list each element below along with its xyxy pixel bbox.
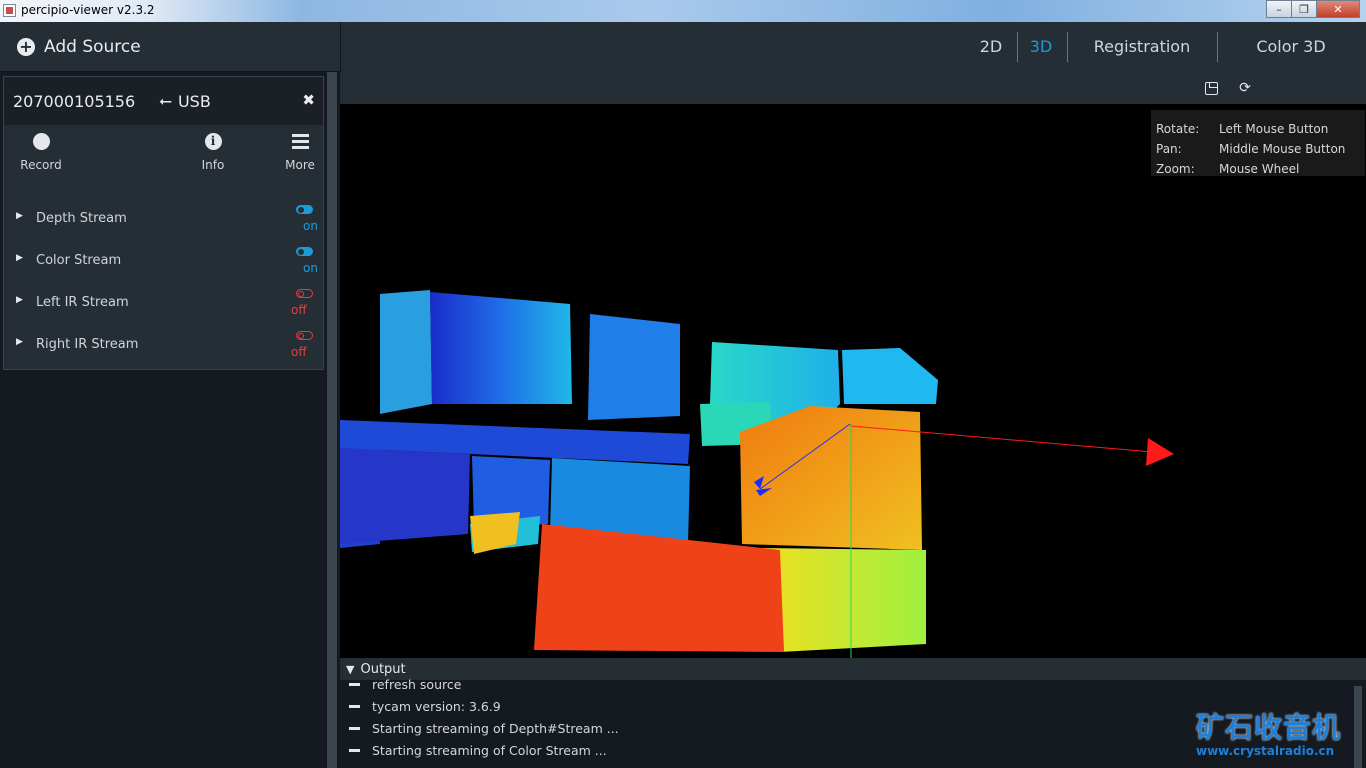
stream-color[interactable]: ▶ Color Stream on: [4, 239, 323, 281]
viewer-toolbar: ⟳: [340, 72, 1366, 104]
tab-color-3d[interactable]: Color 3D: [1243, 22, 1339, 72]
window-titlebar: percipio-viewer v2.3.2 – ❐ ✕: [0, 0, 1366, 22]
toggle-state: off: [291, 345, 307, 359]
log-text: refresh source: [372, 677, 462, 692]
device-card: 207000105156 ⭠ USB ✖ Record i Info More …: [3, 76, 324, 370]
point-cloud-region: [760, 548, 926, 652]
more-button[interactable]: More: [282, 133, 318, 172]
plus-circle-icon: +: [17, 37, 35, 56]
help-row: Zoom: Mouse Wheel: [1156, 162, 1299, 176]
watermark-url: www.crystalradio.cn: [1196, 744, 1335, 758]
toggle-switch[interactable]: [296, 331, 313, 340]
help-row: Rotate: Left Mouse Button: [1156, 122, 1328, 136]
window-title: percipio-viewer v2.3.2: [21, 3, 155, 17]
tab-divider: [1067, 32, 1068, 62]
controls-help: Rotate: Left Mouse Button Pan: Middle Mous…: [1151, 110, 1365, 176]
close-device-icon[interactable]: ✖: [302, 91, 315, 109]
stream-name: Depth Stream: [36, 211, 127, 226]
info-label: Info: [201, 158, 225, 172]
x-axis-arrow: [1146, 438, 1174, 466]
usb-icon: ⭠: [159, 91, 172, 110]
expand-caret-icon[interactable]: ▶: [16, 253, 23, 263]
more-label: More: [285, 158, 315, 172]
device-header: 207000105156 ⭠ USB ✖: [4, 77, 323, 125]
add-source-label: Add Source: [44, 36, 141, 57]
record-icon: [32, 133, 50, 150]
dash-icon: [349, 705, 360, 708]
log-text: Starting streaming of Color Stream ...: [372, 743, 607, 758]
watermark: 矿石收音机 www.crystalradio.cn: [1196, 706, 1364, 766]
dash-icon: [349, 727, 360, 730]
window-controls: – ❐ ✕: [1266, 0, 1360, 18]
info-icon: i: [204, 133, 222, 150]
toggle-switch[interactable]: [296, 205, 313, 214]
toggle-switch[interactable]: [296, 289, 313, 298]
point-cloud-region: [340, 448, 470, 544]
toggle-state: on: [303, 219, 318, 233]
point-cloud-region: [740, 406, 922, 550]
tab-3d[interactable]: 3D: [1023, 22, 1059, 72]
help-key: Pan:: [1156, 142, 1182, 156]
stream-name: Color Stream: [36, 253, 122, 268]
minimize-button[interactable]: –: [1266, 0, 1292, 18]
stream-left-ir[interactable]: ▶ Left IR Stream off: [4, 281, 323, 323]
log-text: Starting streaming of Depth#Stream ...: [372, 721, 619, 736]
help-row: Pan: Middle Mouse Button: [1156, 142, 1345, 156]
connection-type: USB: [177, 91, 211, 111]
info-button[interactable]: i Info: [196, 133, 230, 172]
dash-icon: [349, 683, 360, 686]
point-cloud-region: [430, 292, 572, 404]
toggle-state: off: [291, 303, 307, 317]
restore-button[interactable]: ❐: [1291, 0, 1317, 18]
expand-caret-icon[interactable]: ▶: [16, 295, 23, 305]
help-value: Left Mouse Button: [1219, 122, 1329, 136]
menu-icon: [291, 133, 309, 150]
sidebar: + Add Source 207000105156 ⭠ USB ✖ Record…: [0, 22, 340, 768]
help-key: Zoom:: [1156, 162, 1195, 176]
point-cloud-region: [842, 348, 938, 404]
stream-right-ir[interactable]: ▶ Right IR Stream off: [4, 323, 323, 365]
expand-caret-icon[interactable]: ▶: [16, 211, 23, 221]
help-value: Middle Mouse Button: [1219, 142, 1346, 156]
help-key: Rotate:: [1156, 122, 1200, 136]
point-cloud-region: [380, 290, 432, 414]
log-text: tycam version: 3.6.9: [372, 699, 501, 714]
log-entry: refresh source: [340, 674, 1366, 696]
refresh-icon[interactable]: ⟳: [1237, 80, 1253, 96]
toggle-switch[interactable]: [296, 247, 313, 256]
help-value: Mouse Wheel: [1219, 162, 1300, 176]
tab-2d[interactable]: 2D: [973, 22, 1009, 72]
stream-name: Left IR Stream: [36, 295, 129, 310]
stream-name: Right IR Stream: [36, 337, 139, 352]
dash-icon: [349, 749, 360, 752]
device-actions: Record i Info More: [4, 125, 323, 197]
toggle-state: on: [303, 261, 318, 275]
expand-caret-icon[interactable]: ▶: [16, 337, 23, 347]
device-serial: 207000105156: [13, 91, 136, 111]
view-tabs: 2D 3D Registration Color 3D: [340, 22, 1366, 72]
point-cloud-viewport[interactable]: Rotate: Left Mouse Button Pan: Middle Mous…: [340, 104, 1366, 658]
tab-divider: [1017, 32, 1018, 62]
watermark-title: 矿石收音机: [1196, 711, 1342, 744]
app-icon: [3, 4, 16, 17]
add-source-button[interactable]: + Add Source: [0, 22, 340, 72]
point-cloud-region: [470, 512, 520, 554]
sidebar-scrollbar[interactable]: [327, 72, 337, 768]
record-button[interactable]: Record: [20, 133, 62, 172]
tab-divider: [1217, 32, 1218, 62]
close-window-button[interactable]: ✕: [1316, 0, 1360, 18]
tab-registration[interactable]: Registration: [1081, 22, 1203, 72]
stream-depth[interactable]: ▶ Depth Stream on: [4, 197, 323, 239]
save-icon[interactable]: [1205, 82, 1218, 95]
point-cloud-render[interactable]: [340, 104, 1366, 658]
point-cloud-region: [588, 314, 680, 420]
record-label: Record: [20, 158, 62, 172]
